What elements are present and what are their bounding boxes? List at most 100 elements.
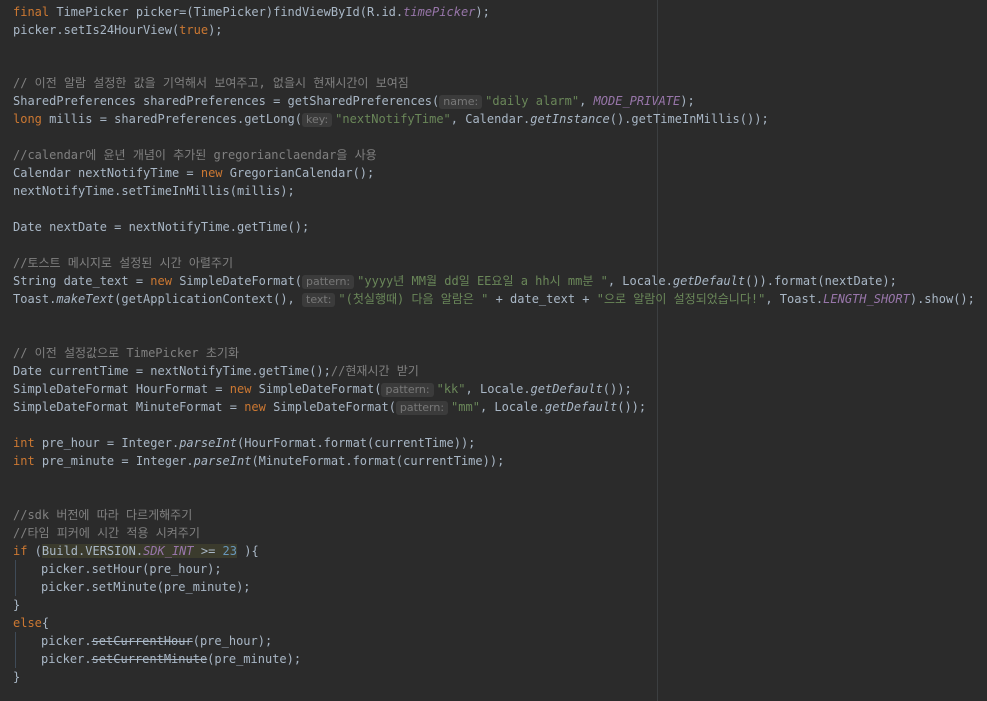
string-literal: "kk"	[436, 382, 466, 396]
code-text: SimpleDateFormat(	[171, 274, 303, 288]
code-text: SimpleDateFormat MinuteFormat =	[13, 400, 245, 414]
code-line-27[interactable]: picker.setCurrentMinute(pre_minute);	[13, 650, 301, 668]
comment: //현재시간 받기	[330, 364, 419, 378]
keyword: true	[179, 23, 209, 37]
string-literal: "yyyy년 MM월 dd일 EE요일 a hh시 mm분 "	[357, 274, 608, 288]
code-line-20[interactable]: //타임 피커에 시간 적용 시켜주기	[13, 524, 200, 542]
string-literal: "(첫실행때) 다음 알람은 "	[338, 292, 489, 306]
code-line-1[interactable]: final TimePicker picker=(TimePicker)find…	[13, 3, 490, 21]
code-line-25[interactable]: else{	[13, 614, 49, 632]
code-line-23[interactable]: picker.setMinute(pre_minute);	[13, 578, 251, 596]
keyword: new	[244, 400, 266, 414]
code-text: + date_text +	[488, 292, 597, 306]
parameter-hint: pattern:	[302, 275, 355, 289]
code-line-15[interactable]: SimpleDateFormat HourFormat = new Simple…	[13, 380, 632, 398]
code-text: picker.	[41, 634, 92, 648]
code-text: Date nextDate = nextNotifyTime.getTime()…	[13, 220, 310, 234]
static-method: parseInt	[193, 454, 252, 468]
code-line-5[interactable]: long millis = sharedPreferences.getLong(…	[13, 110, 769, 128]
field-ref: LENGTH_SHORT	[823, 292, 910, 306]
field-ref: MODE_PRIVATE	[593, 94, 681, 108]
code-line-6[interactable]: //calendar에 윤년 개념이 추가된 gregorianclaendar…	[13, 146, 377, 164]
highlighted-code: >=	[193, 544, 223, 558]
code-line-14[interactable]: Date currentTime = nextNotifyTime.getTim…	[13, 362, 419, 380]
parameter-hint: key:	[302, 113, 333, 127]
code-text: SimpleDateFormat(	[265, 400, 396, 414]
parameter-hint: text:	[302, 293, 336, 307]
code-text: (pre_minute);	[207, 652, 302, 666]
keyword: if	[13, 544, 28, 558]
keyword: int	[13, 436, 35, 450]
parameter-hint: pattern:	[381, 383, 434, 397]
code-line-13[interactable]: // 이전 설정값으로 TimePicker 초기화	[13, 344, 239, 362]
code-text: SharedPreferences sharedPreferences = ge…	[13, 94, 440, 108]
code-text: , Locale.	[607, 274, 673, 288]
keyword: new	[229, 382, 252, 396]
highlighted-code: Build.VERSION.	[41, 544, 144, 558]
code-text: }	[13, 598, 21, 612]
code-text: ,	[579, 94, 594, 108]
code-line-2[interactable]: picker.setIs24HourView(true);	[13, 21, 223, 39]
code-line-28[interactable]: }	[13, 668, 20, 686]
code-line-22[interactable]: picker.setHour(pre_hour);	[13, 560, 222, 578]
deprecated-method: setCurrentHour	[91, 634, 193, 648]
code-text: millis = sharedPreferences.getLong(	[41, 112, 302, 126]
code-text: pre_hour = Integer.	[34, 436, 180, 450]
keyword: new	[150, 274, 172, 288]
code-text: ());	[602, 382, 632, 396]
code-text: , Calendar.	[450, 112, 531, 126]
code-text: (	[27, 544, 42, 558]
comment: //sdk 버전에 따라 다르게해주기	[13, 508, 193, 522]
code-text: Date currentTime = nextNotifyTime.getTim…	[13, 364, 331, 378]
code-line-11[interactable]: String date_text = new SimpleDateFormat(…	[13, 272, 897, 290]
code-editor[interactable]: final TimePicker picker=(TimePicker)find…	[0, 0, 987, 701]
code-line-12[interactable]: Toast.makeText(getApplicationContext(), …	[13, 290, 975, 308]
code-text: picker.	[41, 652, 92, 666]
code-text: (MinuteFormat.format(currentTime));	[251, 454, 505, 468]
code-text: ()).format(nextDate);	[745, 274, 897, 288]
static-method: getDefault	[672, 274, 746, 288]
code-line-7[interactable]: Calendar nextNotifyTime = new GregorianC…	[13, 164, 374, 182]
code-line-4[interactable]: SharedPreferences sharedPreferences = ge…	[13, 92, 695, 110]
string-literal: "nextNotifyTime"	[335, 112, 451, 126]
code-line-9[interactable]: Date nextDate = nextNotifyTime.getTime()…	[13, 218, 309, 236]
string-literal: "mm"	[451, 400, 480, 414]
static-method: makeText	[56, 292, 115, 306]
code-text: ){	[237, 544, 259, 558]
code-line-8[interactable]: nextNotifyTime.setTimeInMillis(millis);	[13, 182, 295, 200]
code-line-26[interactable]: picker.setCurrentHour(pre_hour);	[13, 632, 272, 650]
code-line-24[interactable]: }	[13, 596, 20, 614]
code-text: Calendar nextNotifyTime =	[13, 166, 201, 180]
code-text: pre_minute = Integer.	[34, 454, 194, 468]
code-text: (HourFormat.format(currentTime));	[236, 436, 476, 450]
field-ref: SDK_INT	[143, 544, 194, 558]
deprecated-method: setCurrentMinute	[91, 652, 208, 666]
code-line-17[interactable]: int pre_hour = Integer.parseInt(HourForm…	[13, 434, 475, 452]
static-method: parseInt	[179, 436, 237, 450]
static-method: getDefault	[544, 400, 618, 414]
code-line-3[interactable]: // 이전 알람 설정한 값을 기억해서 보여주고, 없을시 현재시간이 보여짐	[13, 74, 409, 92]
code-line-21[interactable]: if (Build.VERSION.SDK_INT >= 23 ){	[13, 542, 259, 560]
code-text: }	[13, 670, 21, 684]
code-text: );	[208, 23, 223, 37]
code-line-19[interactable]: //sdk 버전에 따라 다르게해주기	[13, 506, 192, 524]
code-text: TimePicker picker=(TimePicker)findViewBy…	[49, 5, 404, 19]
code-line-16[interactable]: SimpleDateFormat MinuteFormat = new Simp…	[13, 398, 646, 416]
string-literal: "daily alarm"	[485, 94, 580, 108]
code-text: (getApplicationContext(),	[114, 292, 302, 306]
code-text: {	[41, 616, 50, 630]
parameter-hint: pattern:	[395, 401, 449, 415]
code-text: picker.setIs24HourView(	[13, 23, 180, 37]
code-text: nextNotifyTime.setTimeInMillis(millis);	[13, 184, 295, 198]
code-line-10[interactable]: //토스트 메시지로 설정된 시간 아렬주기	[13, 254, 233, 272]
code-text: SimpleDateFormat(	[251, 382, 382, 396]
code-text: GregorianCalendar();	[222, 166, 375, 180]
code-text: String date_text =	[13, 274, 151, 288]
static-method: getInstance	[530, 112, 610, 126]
keyword: new	[200, 166, 223, 180]
keyword: else	[13, 616, 42, 630]
code-line-18[interactable]: int pre_minute = Integer.parseInt(Minute…	[13, 452, 504, 470]
code-text: , Toast.	[765, 292, 824, 306]
code-text: ).show();	[909, 292, 975, 306]
code-text: picker.setMinute(pre_minute);	[41, 580, 251, 594]
